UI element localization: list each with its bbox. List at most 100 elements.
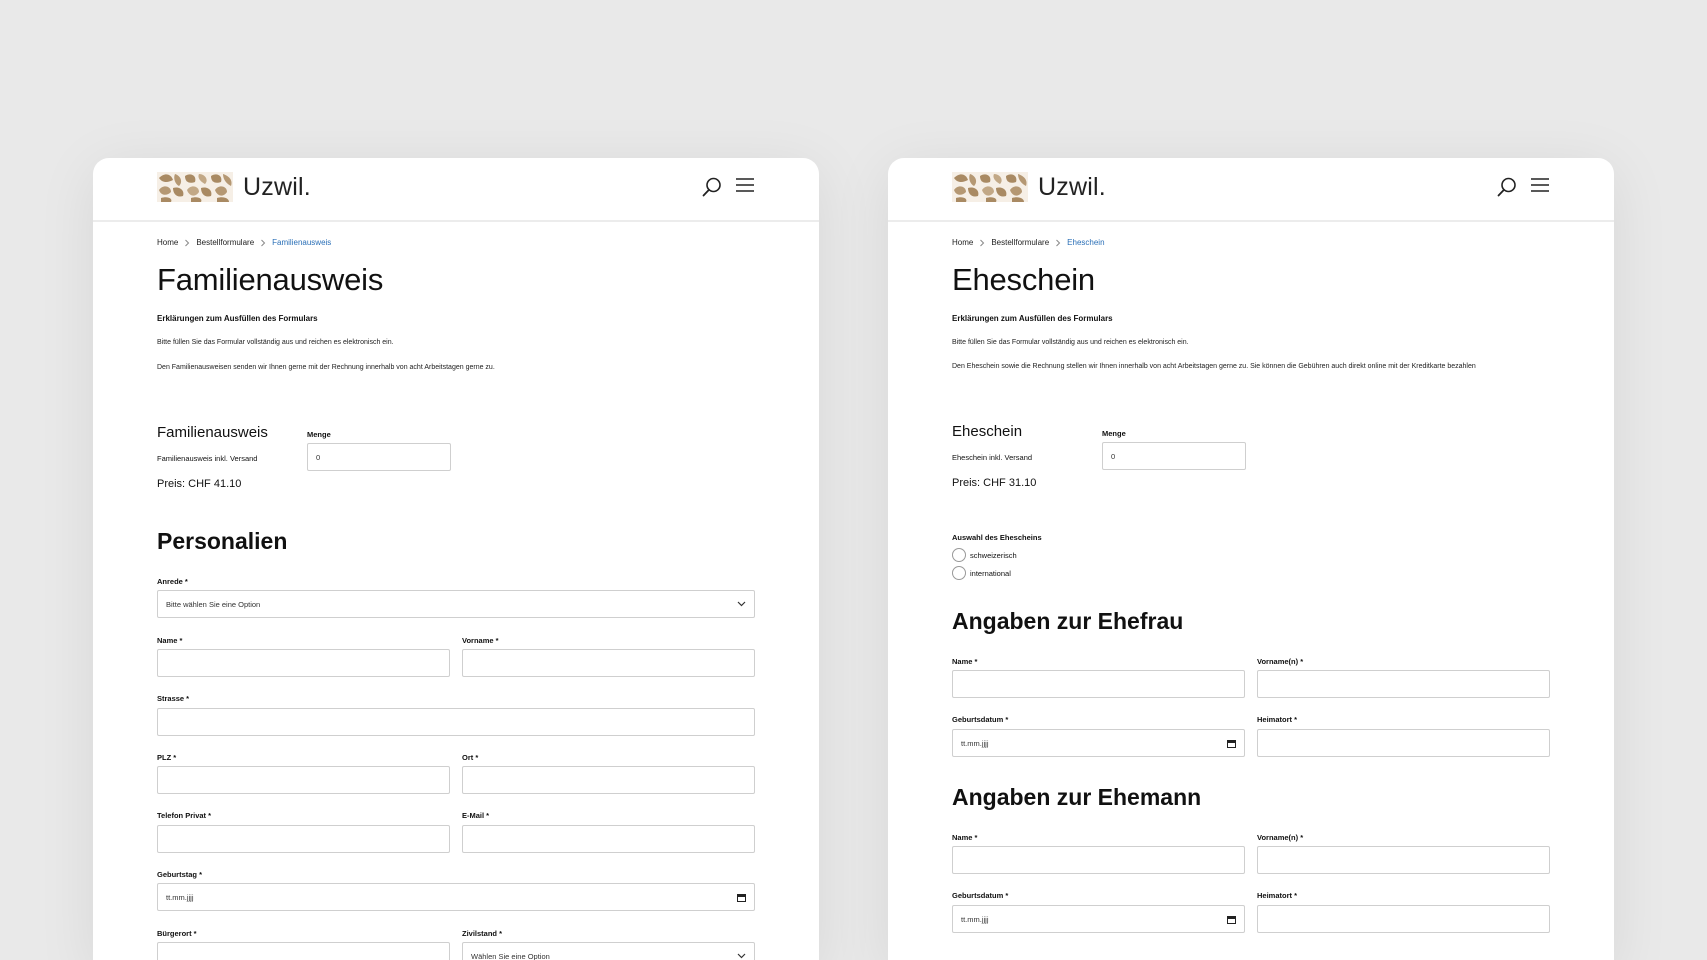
logo-pattern-icon xyxy=(157,172,233,202)
chevron-right-icon xyxy=(979,239,985,247)
chevron-right-icon xyxy=(1055,239,1061,247)
intro-paragraph-1: Bitte füllen Sie das Formular vollständi… xyxy=(157,339,394,346)
geburtstag-label: Geburtstag * xyxy=(157,870,203,879)
radio-international[interactable]: international xyxy=(952,566,1011,580)
quantity-value: 0 xyxy=(1111,451,1116,461)
buergerort-label: Bürgerort * xyxy=(157,929,197,938)
product-title: Familienausweis xyxy=(157,424,268,441)
chevron-right-icon xyxy=(184,239,190,247)
email-label: E-Mail * xyxy=(462,811,490,820)
calendar-icon[interactable] xyxy=(1227,739,1236,748)
ort-input[interactable] xyxy=(462,766,755,794)
menu-icon[interactable] xyxy=(1530,177,1550,193)
section-ehemann: Angaben zur Ehemann xyxy=(952,784,1202,810)
product-price: Preis: CHF 31.10 xyxy=(952,477,1037,489)
strasse-input[interactable] xyxy=(157,708,755,736)
ehemann-name-input[interactable] xyxy=(952,846,1245,874)
breadcrumb-bestellformulare[interactable]: Bestellformulare xyxy=(991,238,1049,247)
name-input[interactable] xyxy=(157,649,450,677)
radio-label: schweizerisch xyxy=(970,550,1017,560)
section-ehefrau: Angaben zur Ehefrau xyxy=(952,608,1184,634)
calendar-icon[interactable] xyxy=(737,893,746,902)
quantity-label: Menge xyxy=(1102,429,1126,438)
ehemann-vorname-input[interactable] xyxy=(1257,846,1550,874)
logo-pattern-icon xyxy=(952,172,1028,202)
breadcrumb: Home Bestellformulare Familienausweis xyxy=(157,238,331,247)
ehemann-geburtsdatum-label: Geburtsdatum * xyxy=(952,891,1009,900)
anrede-select[interactable]: Bitte wählen Sie eine Option xyxy=(157,590,755,618)
ort-label: Ort * xyxy=(462,753,479,762)
ehefrau-geburtsdatum-label: Geburtsdatum * xyxy=(952,715,1009,724)
date-placeholder: tt.mm.jjjj xyxy=(961,738,989,748)
intro-paragraph-2: Den Eheschein sowie die Rechnung stellen… xyxy=(952,363,1476,370)
plz-label: PLZ * xyxy=(157,753,177,762)
anrede-label: Anrede * xyxy=(157,577,188,586)
breadcrumb: Home Bestellformulare Eheschein xyxy=(952,238,1105,247)
breadcrumb-home[interactable]: Home xyxy=(157,238,178,247)
ehefrau-vorname-input[interactable] xyxy=(1257,670,1550,698)
geburtstag-date-input[interactable]: tt.mm.jjjj xyxy=(157,883,755,911)
breadcrumb-bestellformulare[interactable]: Bestellformulare xyxy=(196,238,254,247)
email-input[interactable] xyxy=(462,825,755,853)
brand-name: Uzwil. xyxy=(243,172,311,201)
zivilstand-value: Wählen Sie eine Option xyxy=(471,951,550,960)
ehefrau-name-label: Name * xyxy=(952,657,978,666)
product-subtitle: Familienausweis inkl. Versand xyxy=(157,454,258,463)
brand-name: Uzwil. xyxy=(1038,172,1106,201)
ehemann-vorname-label: Vorname(n) * xyxy=(1257,833,1304,842)
strasse-label: Strasse * xyxy=(157,694,190,703)
quantity-input[interactable]: 0 xyxy=(1102,442,1246,470)
ehefrau-heimatort-input[interactable] xyxy=(1257,729,1550,757)
search-icon[interactable] xyxy=(701,176,723,198)
chevron-down-icon xyxy=(737,601,746,607)
radio-circle[interactable] xyxy=(952,548,966,562)
chevron-down-icon xyxy=(737,953,746,959)
breadcrumb-home[interactable]: Home xyxy=(952,238,973,247)
telefon-label: Telefon Privat * xyxy=(157,811,212,820)
radio-schweizerisch[interactable]: schweizerisch xyxy=(952,548,1017,562)
ehefrau-vorname-label: Vorname(n) * xyxy=(1257,657,1304,666)
intro-paragraph-1: Bitte füllen Sie das Formular vollständi… xyxy=(952,339,1189,346)
ehemann-heimatort-label: Heimatort * xyxy=(1257,891,1298,900)
eheschein-card: Uzwil. Home Bestellformulare Eheschein E… xyxy=(888,158,1614,960)
site-header: Uzwil. xyxy=(888,158,1614,222)
page-title: Familienausweis xyxy=(157,262,384,297)
search-icon[interactable] xyxy=(1496,176,1518,198)
radio-label: international xyxy=(970,568,1011,578)
ehefrau-heimatort-label: Heimatort * xyxy=(1257,715,1298,724)
breadcrumb-current: Eheschein xyxy=(1067,238,1105,247)
date-placeholder: tt.mm.jjjj xyxy=(961,914,989,924)
logo[interactable]: Uzwil. xyxy=(952,172,1106,202)
section-personalien: Personalien xyxy=(157,528,288,554)
ehefrau-name-input[interactable] xyxy=(952,670,1245,698)
quantity-label: Menge xyxy=(307,430,331,439)
chevron-right-icon xyxy=(260,239,266,247)
calendar-icon[interactable] xyxy=(1227,915,1236,924)
menu-icon[interactable] xyxy=(735,177,755,193)
breadcrumb-current: Familienausweis xyxy=(272,238,332,247)
product-subtitle: Eheschein inkl. Versand xyxy=(952,453,1033,462)
logo[interactable]: Uzwil. xyxy=(157,172,311,202)
ehemann-geburtsdatum-input[interactable]: tt.mm.jjjj xyxy=(952,905,1245,933)
zivilstand-label: Zivilstand * xyxy=(462,929,503,938)
buergerort-input[interactable] xyxy=(157,942,450,960)
name-label: Name * xyxy=(157,636,183,645)
ehemann-heimatort-input[interactable] xyxy=(1257,905,1550,933)
intro-heading: Erklärungen zum Ausfüllen des Formulars xyxy=(157,314,318,323)
zivilstand-select[interactable]: Wählen Sie eine Option xyxy=(462,942,755,960)
radio-circle[interactable] xyxy=(952,566,966,580)
telefon-input[interactable] xyxy=(157,825,450,853)
quantity-input[interactable]: 0 xyxy=(307,443,451,471)
ehemann-name-label: Name * xyxy=(952,833,978,842)
intro-heading: Erklärungen zum Ausfüllen des Formulars xyxy=(952,314,1113,323)
site-header: Uzwil. xyxy=(93,158,819,222)
vorname-input[interactable] xyxy=(462,649,755,677)
product-title: Eheschein xyxy=(952,423,1023,440)
product-price: Preis: CHF 41.10 xyxy=(157,478,242,490)
geburtstag-placeholder: tt.mm.jjjj xyxy=(166,892,194,902)
ehefrau-geburtsdatum-input[interactable]: tt.mm.jjjj xyxy=(952,729,1245,757)
vorname-label: Vorname * xyxy=(462,636,499,645)
plz-input[interactable] xyxy=(157,766,450,794)
anrede-value: Bitte wählen Sie eine Option xyxy=(166,599,261,609)
quantity-value: 0 xyxy=(316,452,321,462)
